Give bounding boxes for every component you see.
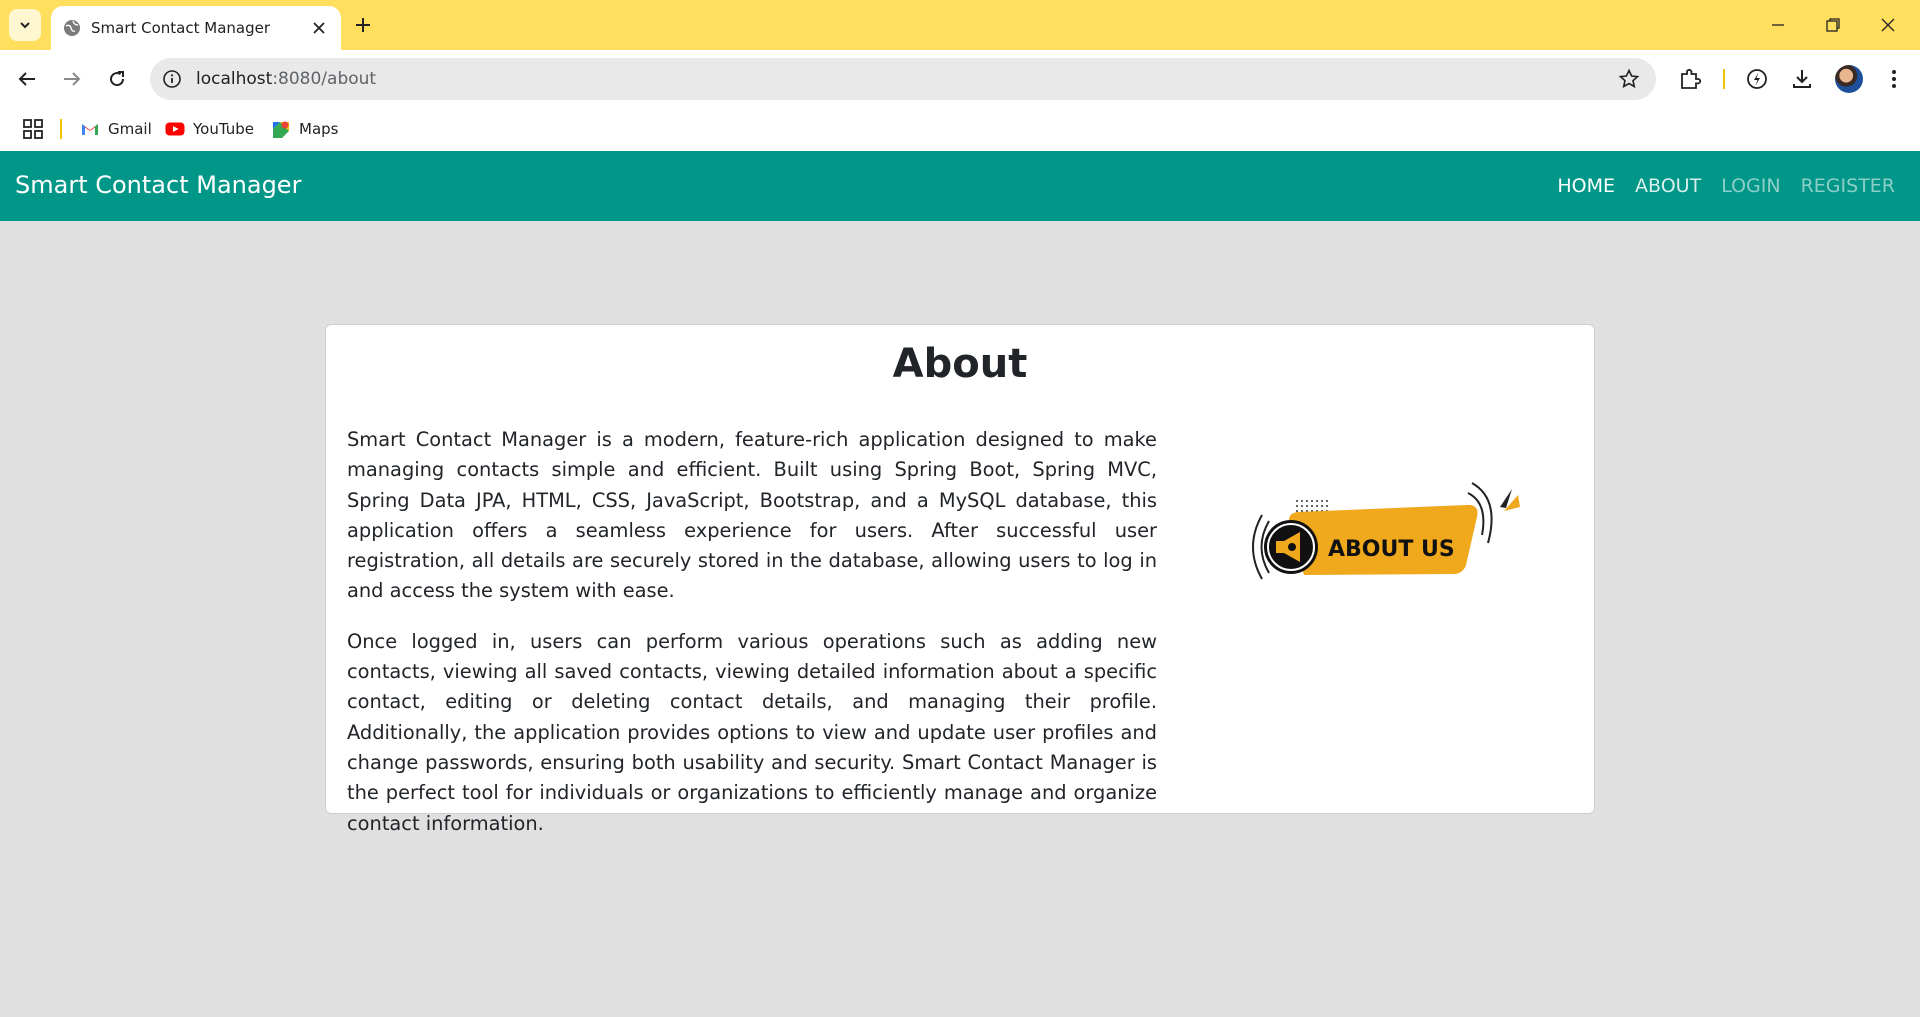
nav-login-link[interactable]: LOGIN: [1721, 175, 1780, 197]
nav-home-link[interactable]: HOME: [1557, 175, 1615, 197]
bookmark-label: Gmail: [108, 120, 152, 138]
gmail-icon: [82, 124, 98, 135]
about-us-banner-image: ABOUT US: [1252, 482, 1520, 580]
brand-logo-text[interactable]: Smart Contact Manager: [15, 171, 301, 199]
performance-icon[interactable]: [1744, 66, 1770, 92]
minimize-icon[interactable]: [1768, 15, 1788, 35]
new-tab-icon[interactable]: [352, 14, 374, 36]
bookmarks-bar: Gmail YouTube Maps: [0, 108, 1920, 151]
maps-icon: [273, 121, 289, 138]
nav-links: HOME ABOUT LOGIN REGISTER: [1557, 175, 1895, 197]
page-title: About: [892, 341, 1028, 387]
bookmark-label: YouTube: [193, 120, 254, 138]
nav-register-link[interactable]: REGISTER: [1801, 175, 1895, 197]
apps-grid-icon[interactable]: [22, 118, 44, 140]
bookmark-label: Maps: [299, 120, 339, 138]
more-menu-icon[interactable]: [1881, 66, 1907, 92]
toolbar-separator: [1723, 69, 1725, 89]
address-bar[interactable]: localhost:8080/about: [150, 58, 1656, 100]
bookmarks-separator: [60, 119, 62, 139]
url-text: localhost:8080/about: [196, 69, 377, 89]
bookmark-star-icon[interactable]: [1618, 68, 1640, 90]
about-description: Smart Contact Manager is a modern, featu…: [347, 425, 1157, 859]
about-us-image-text: ABOUT US: [1328, 537, 1455, 562]
browser-tab-bar: Smart Contact Manager: [0, 0, 1920, 50]
chevron-down-icon: [20, 22, 30, 29]
profile-avatar[interactable]: [1835, 65, 1863, 93]
browser-toolbar: localhost:8080/about: [0, 50, 1920, 108]
about-card: About Smart Contact Manager is a modern,…: [325, 324, 1595, 835]
restore-icon[interactable]: [1823, 15, 1843, 35]
globe-icon: [64, 20, 80, 36]
site-info-icon[interactable]: [162, 69, 182, 89]
site-navbar: Smart Contact Manager HOME ABOUT LOGIN R…: [0, 151, 1920, 221]
close-icon[interactable]: [311, 20, 327, 36]
tab-search-button[interactable]: [9, 9, 41, 41]
tab-title: Smart Contact Manager: [91, 19, 271, 37]
extensions-icon[interactable]: [1677, 66, 1703, 92]
back-arrow-icon[interactable]: [15, 67, 39, 91]
browser-tab[interactable]: Smart Contact Manager: [51, 6, 341, 50]
about-paragraph: Once logged in, users can perform variou…: [347, 629, 1157, 835]
bookmark-maps[interactable]: Maps: [271, 117, 338, 141]
forward-arrow-icon[interactable]: [60, 67, 84, 91]
reload-icon[interactable]: [105, 67, 129, 91]
bookmark-gmail[interactable]: Gmail: [80, 117, 152, 141]
about-paragraph: Smart Contact Manager is a modern, featu…: [347, 428, 1157, 603]
nav-about-link[interactable]: ABOUT: [1635, 175, 1701, 197]
youtube-icon: [165, 122, 185, 136]
bookmark-youtube[interactable]: YouTube: [165, 117, 254, 141]
window-close-icon[interactable]: [1878, 15, 1898, 35]
download-icon[interactable]: [1789, 66, 1815, 92]
